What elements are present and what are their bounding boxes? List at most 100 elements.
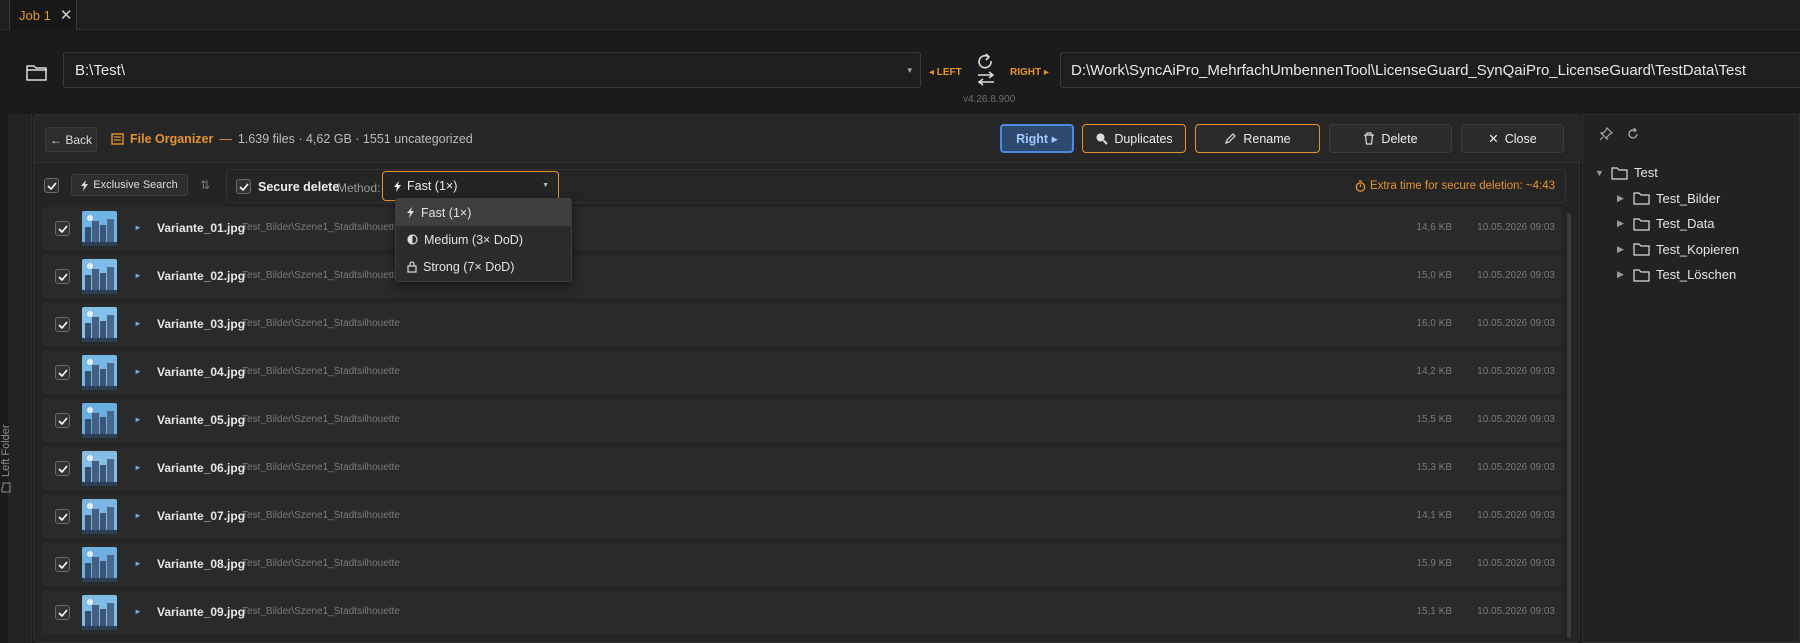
play-icon[interactable]: ►: [134, 607, 142, 616]
file-checkbox[interactable]: [55, 317, 70, 332]
tree-item-root[interactable]: ▼ Test: [1595, 160, 1739, 186]
file-row[interactable]: ► Variante_07.jpg Test_Bilder\Szene1_Stadt…: [42, 495, 1562, 538]
play-icon[interactable]: ►: [134, 271, 142, 280]
chevron-down-icon[interactable]: ▾: [907, 65, 912, 76]
chevron-right-icon[interactable]: ▶: [1617, 218, 1627, 229]
chevron-right-icon[interactable]: ▶: [1617, 193, 1627, 204]
chevron-right-icon[interactable]: ▶: [1617, 244, 1627, 255]
file-checkbox[interactable]: [55, 221, 70, 236]
file-name: Variante_07.jpg: [157, 509, 246, 523]
file-row[interactable]: ► Variante_08.jpg Test_Bilder\Szene1_Stadt…: [42, 543, 1562, 586]
pin-icon[interactable]: [1599, 127, 1613, 141]
file-row[interactable]: ► Variante_03.jpg Test_Bilder\Szene1_Stadt…: [42, 303, 1562, 346]
check-icon: [46, 181, 57, 190]
sort-icon[interactable]: ⇅: [200, 178, 210, 192]
method-option-medium[interactable]: Medium (3× DoD): [396, 226, 571, 253]
file-checkbox[interactable]: [55, 557, 70, 572]
secure-delete-checkbox[interactable]: [236, 179, 251, 194]
file-name: Variante_05.jpg: [157, 413, 246, 427]
check-icon: [57, 368, 68, 377]
refresh-icon: [978, 53, 992, 69]
play-icon[interactable]: ►: [134, 415, 142, 424]
left-folder-label: Left Folder: [0, 403, 12, 493]
method-option-fast[interactable]: Fast (1×): [396, 199, 571, 226]
file-date: 10.05.2026 09:03: [1477, 510, 1555, 521]
folder-tree: ▼ Test ▶ Test_Bilder ▶ Test_Data ▶ Test_Kopie…: [1595, 160, 1739, 288]
delete-button[interactable]: Delete: [1329, 124, 1452, 153]
tree-label: Test_Bilder: [1656, 190, 1721, 206]
file-row[interactable]: ► Variante_01.jpg Test_Bilder\Szene1_Stadt…: [42, 207, 1562, 250]
right-button[interactable]: Right ▸: [1000, 124, 1074, 153]
swap-sync-button[interactable]: [972, 52, 1000, 92]
file-row[interactable]: ► Variante_04.jpg Test_Bilder\Szene1_Stadt…: [42, 351, 1562, 394]
file-path: Test_Bilder\Szene1_Stadtsilhouette: [242, 606, 400, 617]
tree-item-folder[interactable]: ▶ Test_Löschen: [1595, 262, 1739, 288]
method-option-strong[interactable]: Strong (7× DoD): [396, 253, 571, 280]
file-checkbox[interactable]: [55, 509, 70, 524]
file-row[interactable]: ► Variante_06.jpg Test_Bilder\Szene1_Stadt…: [42, 447, 1562, 490]
file-name: Variante_02.jpg: [157, 269, 246, 283]
file-row[interactable]: ► Variante_05.jpg Test_Bilder\Szene1_Stadt…: [42, 399, 1562, 442]
play-icon[interactable]: ►: [134, 511, 142, 520]
play-icon[interactable]: ►: [134, 463, 142, 472]
search-icon: [1096, 133, 1109, 145]
tree-label: Test_Löschen: [1656, 267, 1737, 283]
half-circle-icon: [407, 234, 418, 245]
select-all-checkbox[interactable]: [44, 178, 59, 193]
right-path-input[interactable]: D:\Work\SyncAiPro_MehrfachUmbennenTool\L…: [1060, 52, 1800, 88]
duplicates-button[interactable]: Duplicates: [1082, 124, 1186, 153]
file-checkbox[interactable]: [55, 365, 70, 380]
file-row[interactable]: ► Variante_02.jpg Test_Bilder\Szene1_Stadt…: [42, 255, 1562, 298]
file-date: 10.05.2026 09:03: [1477, 558, 1555, 569]
exclusive-search-button[interactable]: Exclusive Search: [71, 174, 188, 196]
scroll-thumb[interactable]: [1567, 213, 1571, 638]
right-path-value: D:\Work\SyncAiPro_MehrfachUmbennenTool\L…: [1071, 61, 1747, 79]
bolt-icon: [81, 179, 89, 191]
file-size: 15,9 KB: [1416, 558, 1452, 569]
left-label: ◂ LEFT: [929, 67, 962, 78]
organizer-header: ← Back File Organizer — 1.639 files · 4,…: [34, 115, 1581, 163]
file-path: Test_Bilder\Szene1_Stadtsilhouette: [242, 366, 400, 377]
file-checkbox[interactable]: [55, 605, 70, 620]
tree-item-folder[interactable]: ▶ Test_Bilder: [1595, 186, 1739, 212]
open-folder-icon[interactable]: [22, 60, 52, 84]
folder-icon: [1633, 269, 1650, 282]
back-button[interactable]: ← Back: [45, 127, 97, 152]
file-name: Variante_09.jpg: [157, 605, 246, 619]
file-size: 15,3 KB: [1416, 462, 1452, 473]
file-checkbox[interactable]: [55, 461, 70, 476]
method-select[interactable]: Fast (1×) ▼: [382, 171, 559, 201]
method-select-value: Fast (1×): [407, 179, 458, 193]
check-icon: [57, 560, 68, 569]
file-row[interactable]: ► Variante_09.jpg Test_Bilder\Szene1_Stadt…: [42, 591, 1562, 634]
image-thumbnail: [82, 307, 117, 342]
file-checkbox[interactable]: [55, 413, 70, 428]
left-folder-rail[interactable]: Left Folder: [0, 114, 32, 643]
file-date: 10.05.2026 09:03: [1477, 318, 1555, 329]
file-name: Variante_08.jpg: [157, 557, 246, 571]
play-icon[interactable]: ►: [134, 367, 142, 376]
file-name: Variante_04.jpg: [157, 365, 246, 379]
image-thumbnail: [82, 451, 117, 486]
close-button[interactable]: ✕ Close: [1461, 124, 1564, 153]
file-date: 10.05.2026 09:03: [1477, 222, 1555, 233]
file-path: Test_Bilder\Szene1_Stadtsilhouette: [242, 222, 400, 233]
chevron-right-icon[interactable]: ▶: [1617, 269, 1627, 280]
left-path-input[interactable]: B:\Test\ ▾: [63, 52, 921, 88]
play-icon[interactable]: ►: [134, 559, 142, 568]
tree-item-folder[interactable]: ▶ Test_Data: [1595, 211, 1739, 237]
rename-button[interactable]: Rename: [1195, 124, 1320, 153]
play-icon[interactable]: ►: [134, 223, 142, 232]
file-checkbox[interactable]: [55, 269, 70, 284]
close-icon[interactable]: ✕: [60, 8, 73, 23]
file-list-scrollbar[interactable]: [1566, 209, 1572, 643]
image-thumbnail: [82, 403, 117, 438]
tab-job-1[interactable]: Job 1 ✕: [9, 0, 77, 30]
play-icon[interactable]: ►: [134, 319, 142, 328]
file-size: 16,0 KB: [1416, 318, 1452, 329]
lock-icon: [407, 260, 417, 273]
tree-item-folder[interactable]: ▶ Test_Kopieren: [1595, 237, 1739, 263]
file-size: 15,0 KB: [1416, 270, 1452, 281]
refresh-icon[interactable]: [1626, 127, 1640, 141]
right-label: RIGHT ▸: [1010, 67, 1049, 78]
